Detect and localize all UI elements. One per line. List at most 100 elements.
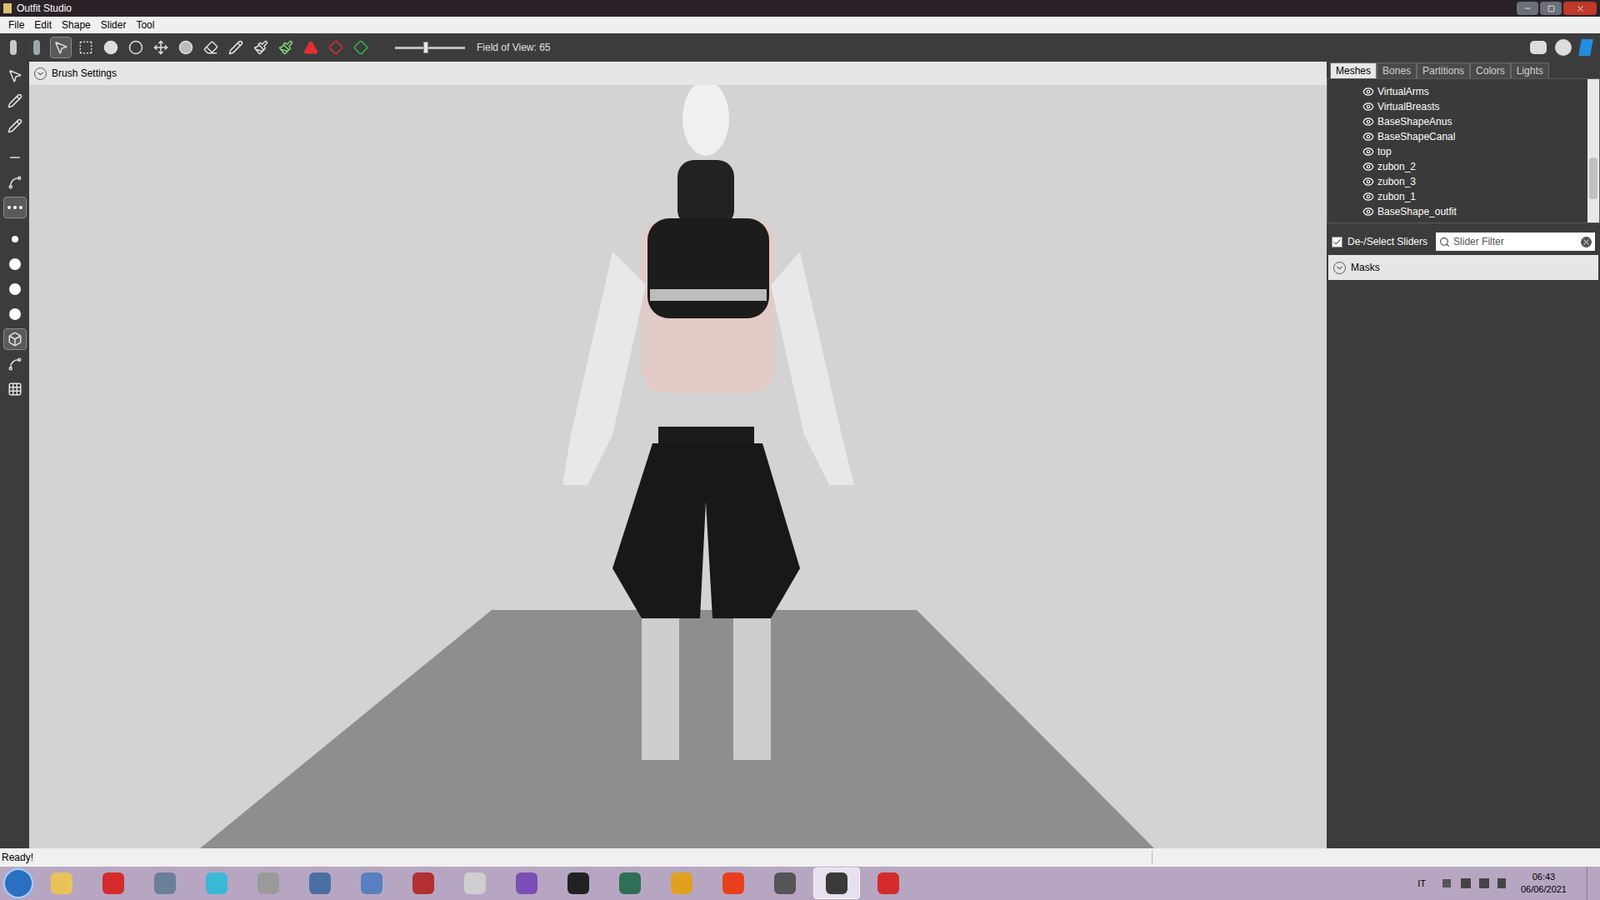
mesh-item[interactable]: VirtualBreasts [1327,99,1588,115]
new-project-icon[interactable] [3,36,24,59]
toolbar-tool[interactable] [200,36,222,59]
toolbar-tool[interactable] [250,36,272,59]
taskbar-app[interactable] [865,867,912,900]
toolbar-tool[interactable] [100,36,122,59]
minimize-button[interactable] [1516,1,1539,15]
panel-tab[interactable]: Bones [1376,62,1417,79]
taskbar-app[interactable] [710,867,757,900]
left-tool[interactable] [3,353,27,375]
menu-item[interactable]: Tool [130,17,160,33]
app-icon [154,872,176,895]
toolbar-tool[interactable] [350,36,372,59]
menu-item[interactable]: Slider [95,17,132,33]
viewport[interactable]: Brush Settings [29,61,1327,849]
menu-item[interactable]: Edit [29,17,57,33]
taskbar-app[interactable] [606,867,654,900]
eye-icon[interactable] [1362,100,1375,113]
toolbar-tool[interactable] [325,36,347,59]
toolbar-tool[interactable] [150,36,172,59]
brush-settings-header[interactable]: Brush Settings [29,61,1327,85]
taskbar-app[interactable] [813,867,860,900]
bone-icon [7,175,23,190]
close-button[interactable] [1563,1,1597,15]
load-project-icon[interactable] [26,36,47,59]
discord-icon[interactable] [1530,40,1547,55]
left-tool[interactable] [3,378,27,400]
left-tool[interactable] [3,90,27,112]
taskbar-app[interactable] [38,867,85,900]
taskbar-app[interactable] [761,867,809,900]
flag-icon[interactable] [1497,878,1506,889]
menu-item[interactable]: Shape [56,17,96,33]
github-icon[interactable] [1555,39,1572,56]
mesh-item[interactable]: zubon_2 [1327,159,1588,175]
mesh-scrollbar[interactable] [1587,79,1600,223]
left-tool[interactable] [3,328,27,350]
eye-icon[interactable] [1362,85,1375,98]
toolbar-tool[interactable] [225,36,247,59]
taskbar-app[interactable] [348,867,395,900]
toolbar-tool[interactable] [275,36,297,59]
toolbar-tool[interactable] [300,36,322,59]
taskbar-app[interactable] [451,867,499,900]
left-tool[interactable] [3,65,27,87]
taskbar-app[interactable] [141,867,189,900]
mesh-item[interactable]: top [1327,144,1588,160]
panel-tab[interactable]: Partitions [1416,62,1470,79]
left-tool[interactable] [3,196,27,219]
toolbar-tool[interactable] [50,36,72,59]
left-tool[interactable] [3,278,27,300]
taskbar-app[interactable] [245,867,292,900]
panel-tab[interactable]: Colors [1470,62,1511,79]
volume-icon[interactable] [1460,878,1471,889]
mesh-item[interactable]: BaseShapeCanal [1327,129,1588,145]
paypal-icon[interactable] [1578,39,1594,56]
mesh-item[interactable]: BaseShapeAnus [1327,114,1588,130]
taskbar-app[interactable] [555,867,602,900]
menu-item[interactable]: File [3,17,30,33]
eye-icon[interactable] [1362,145,1375,158]
clear-icon[interactable] [1580,236,1592,248]
clock[interactable]: 06:4306/06/2021 [1520,870,1567,896]
eye-icon[interactable] [1362,160,1375,173]
eye-icon[interactable] [1362,115,1375,128]
toolbar-tool[interactable] [175,36,197,59]
masks-header[interactable]: Masks [1328,255,1599,280]
panel-tab[interactable]: Lights [1510,62,1550,79]
move-icon [153,40,169,55]
show-desktop-button[interactable] [1586,866,1597,900]
mesh-item[interactable]: zubon_1 [1327,189,1588,205]
mesh-item[interactable]: zubon_3 [1327,174,1588,190]
maximize-button[interactable] [1540,1,1562,15]
panel-tab[interactable]: Meshes [1330,62,1377,79]
left-tool[interactable] [3,253,27,275]
tray-icon[interactable] [1442,879,1451,888]
taskbar-app[interactable] [400,867,447,900]
slider-filter[interactable]: Slider Filter [1435,232,1595,251]
mesh-item[interactable]: VirtualArms [1327,84,1588,100]
taskbar-app[interactable] [658,867,705,900]
left-tool[interactable] [3,303,27,325]
left-tool[interactable] [3,115,27,137]
start-button[interactable] [3,868,34,899]
app-icon [3,3,12,14]
left-tool[interactable] [3,146,27,169]
fov-slider[interactable] [395,41,465,54]
eye-icon[interactable] [1362,130,1375,143]
left-tool[interactable] [3,171,27,194]
select-sliders-checkbox[interactable] [1331,236,1343,248]
taskbar-app[interactable] [90,867,137,900]
taskbar-app[interactable] [193,867,240,900]
mesh-item[interactable]: BaseShape_outfit [1327,204,1588,220]
eye-icon[interactable] [1362,175,1375,188]
left-tool[interactable] [3,228,27,250]
toolbar-tool[interactable] [75,36,97,59]
language-indicator[interactable]: IT [1417,876,1426,891]
eye-icon[interactable] [1362,190,1375,203]
network-icon[interactable] [1479,878,1490,889]
split-icon [7,150,23,165]
taskbar-app[interactable] [503,867,550,900]
eye-icon[interactable] [1362,205,1375,218]
toolbar-tool[interactable] [125,36,147,59]
taskbar-app[interactable] [296,867,344,900]
